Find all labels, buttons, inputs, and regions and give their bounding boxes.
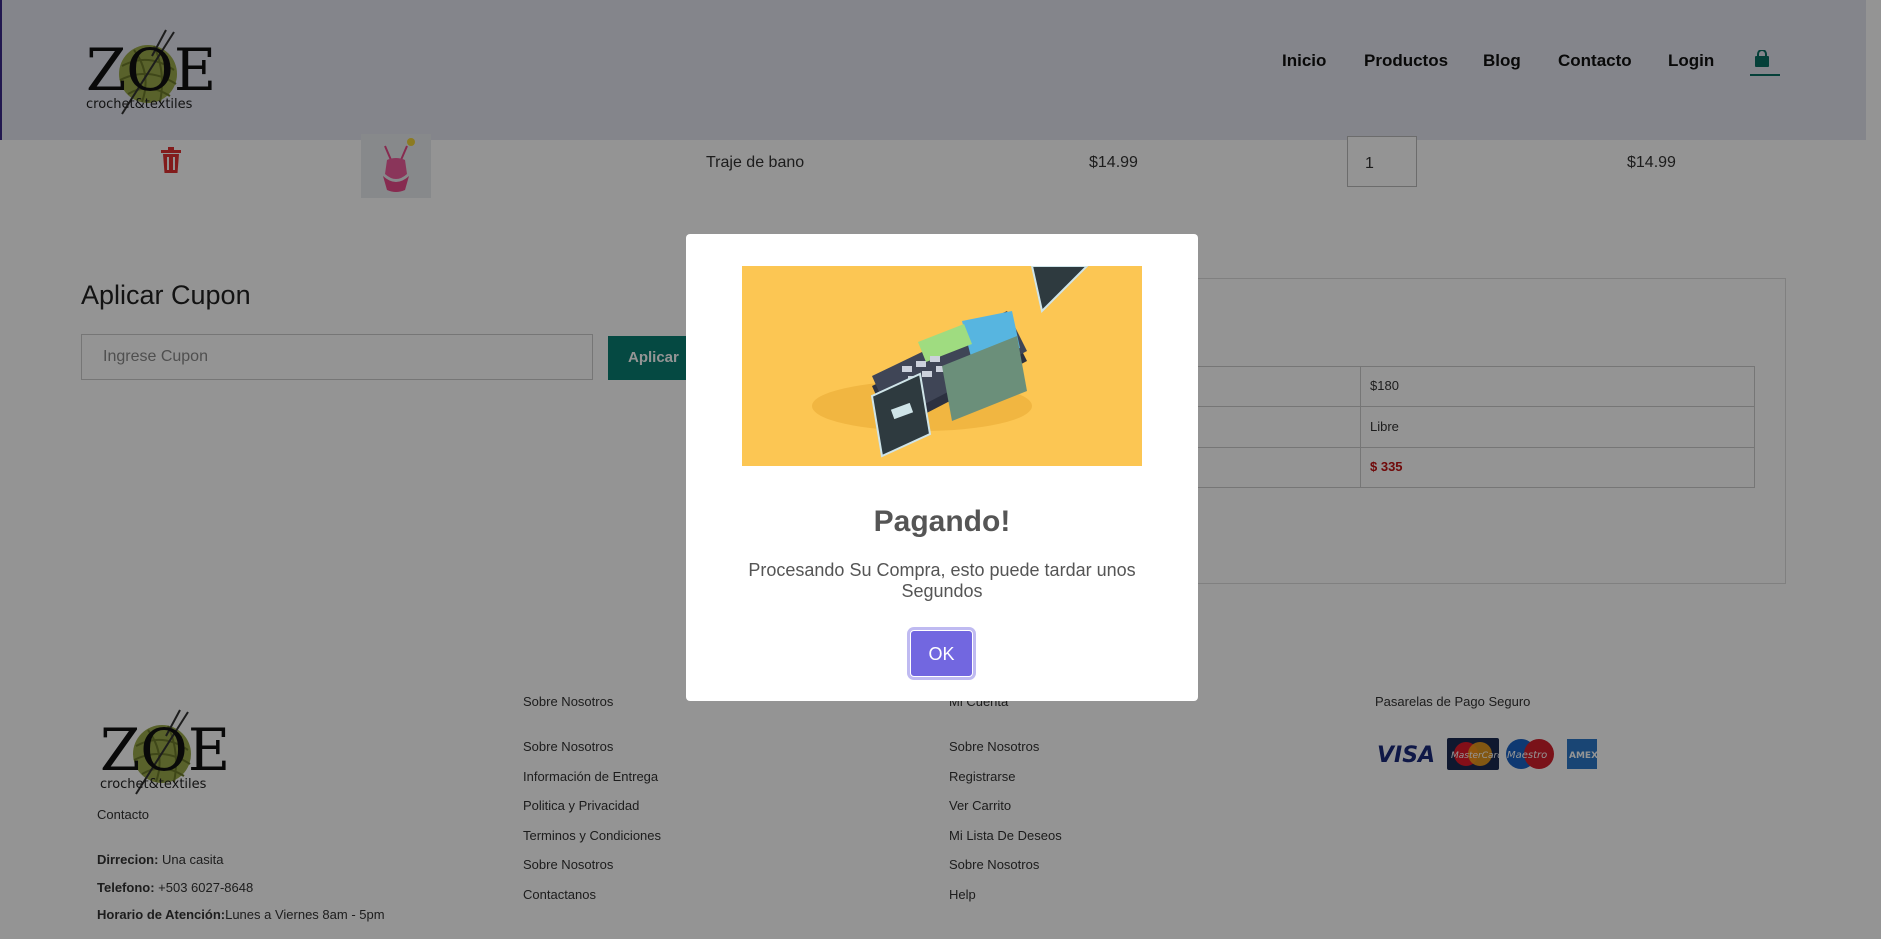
- modal-message: Procesando Su Compra, esto puede tardar …: [748, 560, 1136, 601]
- modal-title: Pagando!: [873, 505, 1011, 538]
- ok-button[interactable]: OK: [910, 630, 973, 677]
- payment-terminal-illustration: [742, 266, 1142, 466]
